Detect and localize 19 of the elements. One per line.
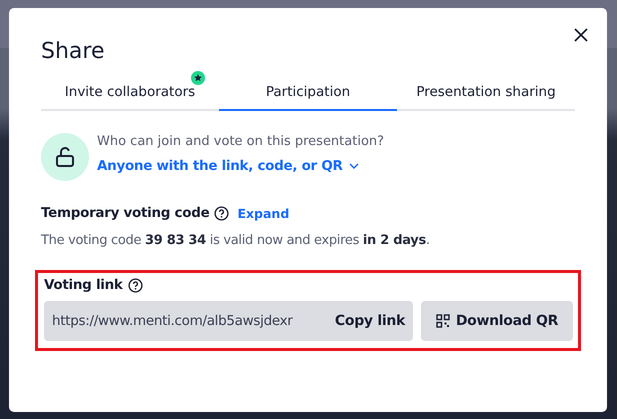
expand-link[interactable]: Expand: [237, 206, 290, 220]
download-qr-button[interactable]: Download QR: [421, 301, 573, 341]
access-dropdown[interactable]: Anyone with the link, code, or QR: [97, 158, 359, 174]
tab[interactable]: Presentation sharing: [397, 68, 575, 111]
access-question: Who can join and vote on this presentation?: [97, 134, 384, 149]
tab[interactable]: Participation: [219, 68, 397, 111]
section-heading: Voting link: [44, 277, 123, 293]
tab[interactable]: Invite collaborators: [41, 68, 219, 111]
dialog-title: Share: [41, 38, 106, 66]
help-icon[interactable]: [128, 278, 143, 292]
voting-code-text: The voting code 39 83 34 is valid now and expires in 2 days.: [41, 233, 431, 248]
copy-link-button[interactable]: Copy link: [334, 313, 405, 329]
link-field[interactable]: https://www.menti.com/alb5awsjdexr Copy link: [44, 301, 413, 341]
section-heading: Temporary voting code: [41, 205, 210, 221]
close-icon[interactable]: [574, 28, 588, 42]
qr-code-icon: [436, 314, 450, 328]
chevron-down-icon: [348, 163, 359, 169]
unlocked-padlock-icon: [41, 133, 89, 181]
help-icon[interactable]: [214, 206, 230, 220]
